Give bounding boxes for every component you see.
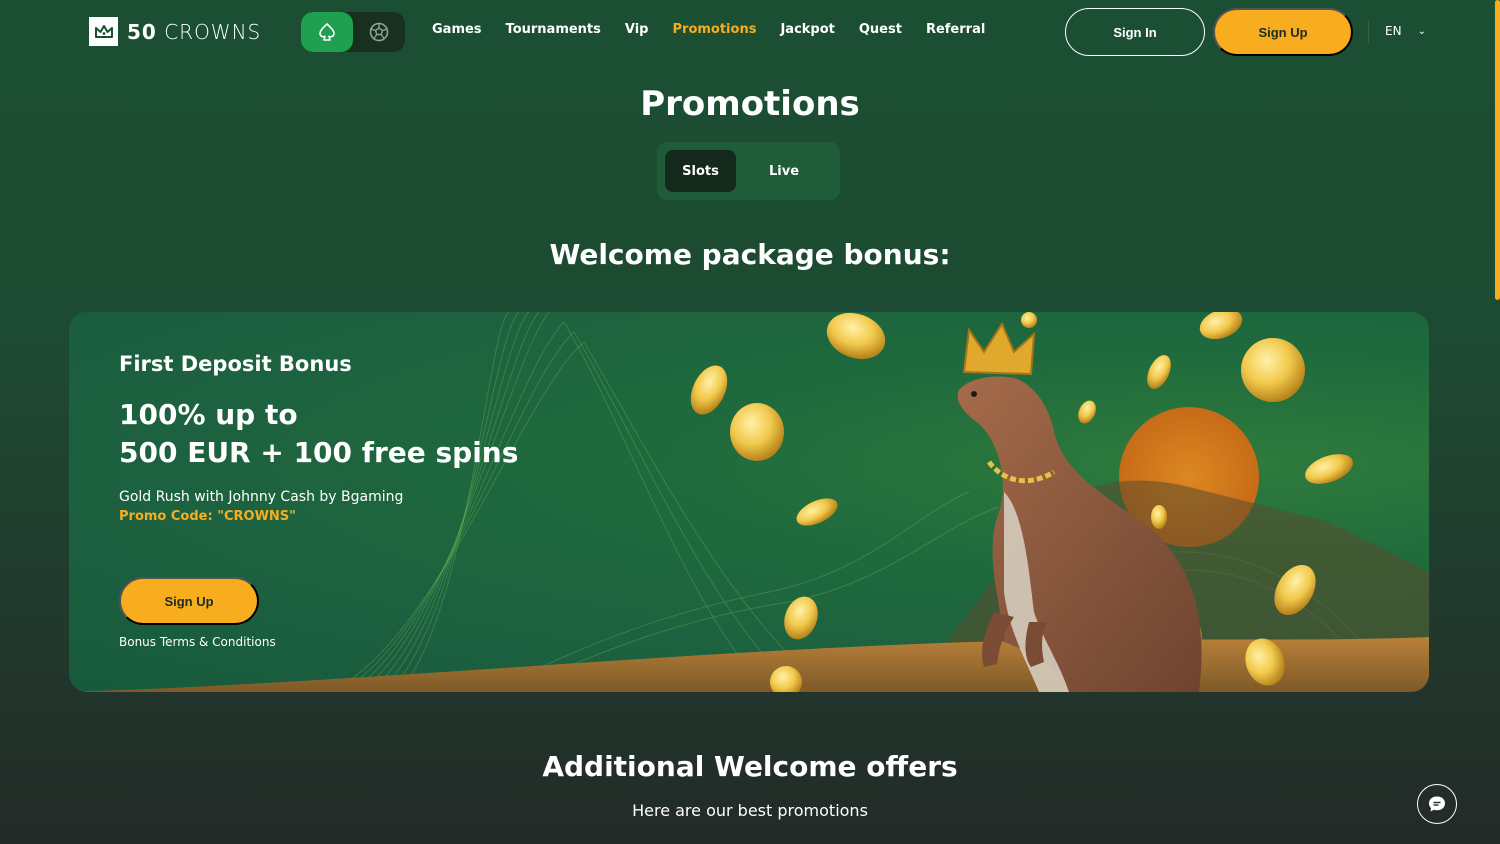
tab-slots[interactable]: Slots: [665, 150, 736, 192]
crown-icon: [89, 17, 118, 46]
sign-in-button[interactable]: Sign In: [1065, 8, 1205, 56]
nav-games[interactable]: Games: [432, 22, 482, 37]
bonus-label: First Deposit Bonus: [119, 352, 352, 376]
additional-offers-subtitle: Here are our best promotions: [632, 801, 868, 820]
chat-button[interactable]: [1417, 784, 1457, 824]
spade-icon: [319, 23, 335, 41]
bonus-headline: 100% up to 500 EUR + 100 free spins: [119, 396, 518, 472]
casino-mode-button[interactable]: [301, 12, 353, 52]
site-header: 50 CROWNS Games Tournaments Vip Promotio…: [0, 0, 1500, 64]
brand-name: 50 CROWNS: [127, 19, 262, 44]
language-code: EN: [1385, 24, 1402, 38]
nav-quest[interactable]: Quest: [859, 22, 902, 37]
nav-tournaments[interactable]: Tournaments: [506, 22, 601, 37]
promo-tabs: Slots Live: [657, 142, 840, 200]
casino-sports-switch: [301, 12, 405, 52]
bonus-game: Gold Rush with Johnny Cash by Bgaming: [119, 489, 404, 505]
bonus-terms-link[interactable]: Bonus Terms & Conditions: [119, 635, 276, 649]
nav-promotions[interactable]: Promotions: [673, 22, 757, 37]
tab-live[interactable]: Live: [736, 150, 832, 192]
bonus-headline-line1: 100% up to: [119, 398, 298, 431]
page-title: Promotions: [640, 84, 860, 124]
language-selector[interactable]: EN ⌄: [1385, 24, 1426, 38]
nav-jackpot[interactable]: Jackpot: [780, 22, 834, 37]
first-deposit-banner: First Deposit Bonus 100% up to 500 EUR +…: [69, 312, 1429, 692]
brand-logo[interactable]: 50 CROWNS: [89, 17, 261, 46]
nav-referral[interactable]: Referral: [926, 22, 985, 37]
nav-vip[interactable]: Vip: [625, 22, 649, 37]
sports-mode-button[interactable]: [353, 12, 405, 52]
bonus-headline-line2: 500 EUR + 100 free spins: [119, 436, 519, 469]
chevron-down-icon: ⌄: [1417, 25, 1426, 37]
sign-up-button[interactable]: Sign Up: [1213, 8, 1353, 56]
banner-sign-up-button[interactable]: Sign Up: [119, 577, 259, 625]
soccer-ball-icon: [369, 22, 389, 42]
chat-bubble-icon: [1429, 796, 1445, 812]
promo-code: Promo Code: "CROWNS": [119, 509, 296, 524]
main-nav: Games Tournaments Vip Promotions Jackpot…: [432, 22, 1009, 37]
additional-offers-title: Additional Welcome offers: [542, 750, 958, 783]
divider: [1368, 20, 1369, 44]
welcome-package-title: Welcome package bonus:: [549, 238, 951, 271]
